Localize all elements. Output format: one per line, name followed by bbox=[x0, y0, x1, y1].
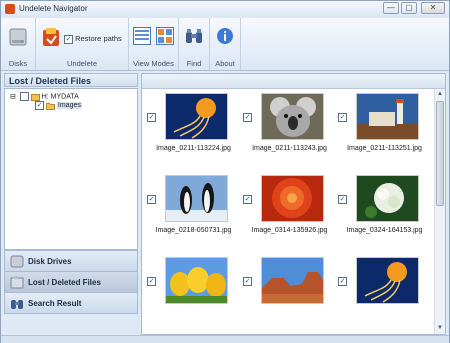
ribbon-group-find: Find bbox=[179, 18, 210, 70]
tree-label: H: MYDATA bbox=[41, 93, 79, 101]
ribbon-group-undelete: ✓ Restore paths Undelete bbox=[36, 18, 129, 70]
file-checkbox[interactable]: ✓ bbox=[243, 277, 252, 287]
binoculars-icon[interactable] bbox=[185, 27, 203, 47]
file-checkbox[interactable]: ✓ bbox=[147, 195, 156, 205]
file-thumbnail[interactable]: ✓ Image_0218-050731.jpg bbox=[147, 175, 240, 251]
nav-search-result[interactable]: Search Result bbox=[4, 292, 138, 314]
file-thumbnail-view: ✓ Image_0211-113224.jpg ✓ Image_0211-113… bbox=[141, 73, 446, 335]
file-name: Image_0324-164153.jpg bbox=[346, 227, 423, 234]
vertical-scrollbar[interactable]: ▲ ▼ bbox=[434, 89, 445, 334]
file-thumbnail[interactable]: ✓ Image_0211-113251.jpg bbox=[338, 93, 431, 169]
close-button[interactable]: ✕ bbox=[421, 2, 445, 14]
app-window: Undelete Navigator — ▢ ✕ Disks ✓ Restore… bbox=[0, 0, 450, 343]
file-thumbnail[interactable]: ✓ Image_0324-164153.jpg bbox=[338, 175, 431, 251]
lighthouse-photo-icon[interactable] bbox=[356, 93, 419, 140]
file-thumbnail[interactable]: ✓ Image_0211-113224.jpg bbox=[147, 93, 240, 169]
ribbon-group-label: Undelete bbox=[66, 59, 98, 68]
koala-photo-icon[interactable] bbox=[261, 93, 324, 140]
drive-icon bbox=[30, 93, 40, 101]
file-thumbnail[interactable]: ✓ Image_0314-135926.jpg bbox=[243, 175, 336, 251]
restore-paths-checkbox[interactable]: ✓ bbox=[64, 34, 73, 44]
restore-paths-label: Restore paths bbox=[75, 34, 122, 43]
ribbon-group-label: Disks bbox=[8, 59, 28, 68]
thumbnail-view-icon[interactable] bbox=[156, 27, 174, 47]
title-bar[interactable]: Undelete Navigator — ▢ ✕ bbox=[1, 1, 449, 17]
ribbon-group-label: About bbox=[215, 59, 235, 68]
file-checkbox[interactable]: ✓ bbox=[147, 277, 156, 287]
folder-tree: ⊟ H: MYDATA ✓ Images bbox=[4, 88, 138, 250]
file-thumbnail[interactable]: ✓ Image_0211-113243.jpg bbox=[243, 93, 336, 169]
nav-lost-deleted-files[interactable]: Lost / Deleted Files bbox=[4, 271, 138, 293]
chrysanthemum-photo-icon[interactable] bbox=[261, 175, 324, 222]
tree-node-images[interactable]: ✓ Images bbox=[35, 101, 82, 110]
file-name: Image_0211-113224.jpg bbox=[156, 145, 231, 152]
app-logo-icon bbox=[5, 4, 15, 14]
file-name: Image_0211-113251.jpg bbox=[347, 145, 422, 152]
undelete-icon[interactable] bbox=[40, 26, 62, 52]
file-name: Image_0314-135926.jpg bbox=[251, 227, 328, 234]
scroll-down-icon[interactable]: ▼ bbox=[436, 324, 444, 332]
left-panel-title: Lost / Deleted Files bbox=[4, 73, 138, 87]
jellyfish-photo-icon[interactable] bbox=[356, 257, 419, 304]
file-checkbox[interactable]: ✓ bbox=[338, 195, 347, 205]
file-name: Image_0211-113243.jpg bbox=[252, 145, 327, 152]
ribbon-group-view-modes: View Modes bbox=[129, 18, 179, 70]
window-title: Undelete Navigator bbox=[19, 4, 88, 13]
ribbon-group-label: View Modes bbox=[133, 59, 174, 68]
disk-drive-icon bbox=[10, 255, 24, 268]
tree-label: Images bbox=[56, 102, 82, 110]
tulips-photo-icon[interactable] bbox=[165, 257, 228, 304]
file-thumbnail[interactable]: ✓ bbox=[243, 257, 336, 333]
disk-drive-icon[interactable] bbox=[9, 27, 27, 49]
minimize-button[interactable]: — bbox=[383, 2, 399, 14]
file-checkbox[interactable]: ✓ bbox=[338, 113, 347, 123]
file-name: Image_0218-050731.jpg bbox=[155, 227, 232, 234]
scroll-up-icon[interactable]: ▲ bbox=[436, 90, 444, 98]
file-checkbox[interactable]: ✓ bbox=[243, 195, 252, 205]
list-view-icon[interactable] bbox=[133, 27, 151, 47]
binoculars-icon bbox=[11, 300, 23, 309]
ribbon-toolbar: Disks ✓ Restore paths Undelete View Mode… bbox=[1, 18, 449, 71]
tree-checkbox[interactable] bbox=[19, 92, 29, 101]
hydrangeas-photo-icon[interactable] bbox=[356, 175, 419, 222]
desert-photo-icon[interactable] bbox=[261, 257, 324, 304]
tree-checkbox[interactable]: ✓ bbox=[35, 101, 44, 110]
tree-node-drive[interactable]: ⊟ H: MYDATA bbox=[10, 92, 79, 101]
nav-label: Disk Drives bbox=[28, 257, 72, 266]
status-bar bbox=[1, 335, 449, 343]
collapse-icon[interactable]: ⊟ bbox=[10, 93, 16, 100]
file-thumbnail[interactable]: ✓ bbox=[147, 257, 240, 333]
nav-disk-drives[interactable]: Disk Drives bbox=[4, 250, 138, 272]
folder-icon bbox=[10, 276, 24, 289]
content-header-bar bbox=[142, 74, 445, 89]
ribbon-group-about: About bbox=[210, 18, 241, 70]
maximize-button[interactable]: ▢ bbox=[401, 2, 417, 14]
restore-paths-option[interactable]: ✓ Restore paths bbox=[64, 34, 122, 44]
file-checkbox[interactable]: ✓ bbox=[147, 113, 156, 123]
scrollbar-thumb[interactable] bbox=[436, 101, 444, 206]
penguins-photo-icon[interactable] bbox=[165, 175, 228, 222]
nav-label: Lost / Deleted Files bbox=[28, 278, 101, 287]
file-checkbox[interactable]: ✓ bbox=[338, 277, 347, 287]
nav-label: Search Result bbox=[28, 299, 82, 308]
ribbon-group-label: Find bbox=[186, 59, 202, 68]
folder-icon bbox=[45, 102, 55, 110]
ribbon-group-disks: Disks bbox=[1, 18, 36, 70]
file-checkbox[interactable]: ✓ bbox=[243, 113, 252, 123]
info-icon[interactable] bbox=[216, 27, 234, 47]
file-thumbnail[interactable]: ✓ bbox=[338, 257, 431, 333]
jellyfish-photo-icon[interactable] bbox=[165, 93, 228, 140]
